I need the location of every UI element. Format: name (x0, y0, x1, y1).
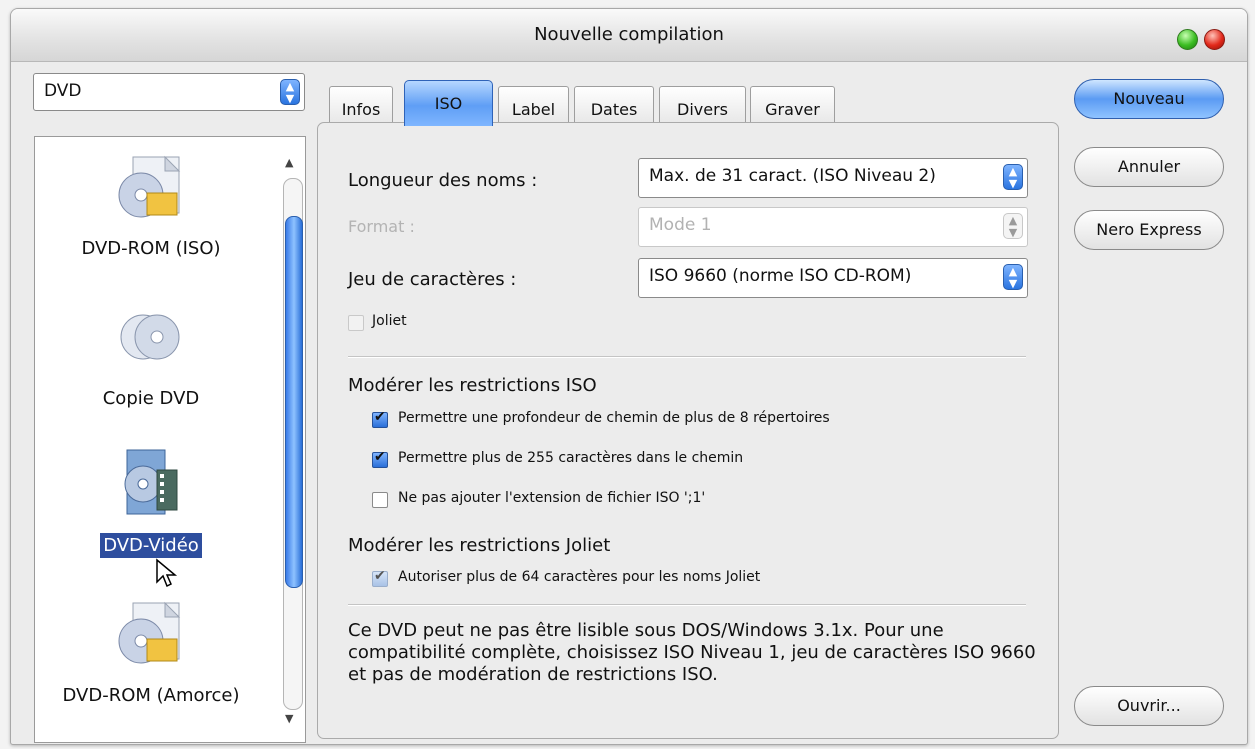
charset-label: Jeu de caractères : (348, 269, 517, 290)
zoom-icon[interactable] (1177, 29, 1198, 50)
dvd-rom-boot-icon (118, 601, 181, 664)
cancel-button[interactable]: Annuler (1074, 147, 1224, 187)
title-bar[interactable]: Nouvelle compilation (11, 9, 1247, 62)
disc-type-value: DVD (44, 81, 82, 101)
name-length-label: Longueur des noms : (348, 170, 538, 191)
format-select: Mode 1 ▲ ▼ (638, 207, 1028, 247)
tab-label[interactable]: Label (498, 86, 569, 126)
dvd-video-icon (124, 449, 178, 515)
scroll-up-icon[interactable]: ▲ (285, 156, 293, 169)
joliet-64-chars-checkbox (372, 568, 388, 587)
list-item-label: DVD-ROM (Amorce) (62, 685, 240, 706)
format-label: Format : (348, 217, 415, 236)
scrollbar-thumb[interactable] (285, 216, 303, 588)
list-item-dvd-rom-amorce[interactable]: DVD-ROM (Amorce) (35, 597, 267, 727)
format-value: Mode 1 (649, 215, 712, 235)
tab-divers[interactable]: Divers (659, 86, 746, 126)
compilation-type-list[interactable]: DVD-ROM (ISO) Copie DVD DVD-Vidéo DVD-RO… (34, 136, 306, 743)
list-item-selected-label: DVD-Vidéo (100, 533, 202, 558)
copy-dvd-icon (120, 314, 180, 360)
new-button[interactable]: Nouveau (1074, 79, 1224, 119)
list-item-label: DVD-ROM (ISO) (81, 238, 221, 259)
divider (348, 604, 1026, 606)
select-arrows-icon: ▲ ▼ (1003, 264, 1023, 290)
path-length-checkbox[interactable] (372, 449, 388, 468)
relax-joliet-heading: Modérer les restrictions Joliet (348, 535, 611, 556)
scrollbar-track[interactable] (283, 178, 303, 710)
select-arrows-icon: ▲ ▼ (280, 79, 300, 105)
open-button[interactable]: Ouvrir... (1074, 686, 1224, 726)
close-icon[interactable] (1204, 29, 1225, 50)
nouvelle-compilation-window: Nouvelle compilation DVD ▲ ▼ DVD-ROM (ISO… (10, 8, 1248, 745)
tab-dates[interactable]: Dates (574, 86, 654, 126)
list-item-label: Copie DVD (102, 388, 200, 409)
path-depth-label[interactable]: Permettre une profondeur de chemin de pl… (398, 410, 830, 426)
path-length-label[interactable]: Permettre plus de 255 caractères dans le… (398, 450, 743, 466)
select-arrows-icon: ▲ ▼ (1003, 164, 1023, 190)
name-length-value: Max. de 31 caract. (ISO Niveau 2) (649, 166, 936, 186)
iso-settings-panel: Longueur des noms : Max. de 31 caract. (… (317, 122, 1059, 739)
disc-type-select[interactable]: DVD ▲ ▼ (33, 73, 305, 111)
list-item-dvd-video[interactable]: DVD-Vidéo (35, 446, 267, 588)
tab-iso[interactable]: ISO (404, 80, 493, 126)
dvd-rom-iso-icon (118, 155, 181, 218)
compatibility-note: Ce DVD peut ne pas être lisible sous DOS… (348, 620, 1036, 685)
list-item-label: DVD-Vidéo (35, 533, 267, 558)
no-iso-extension-checkbox[interactable] (372, 492, 388, 508)
tab-graver[interactable]: Graver (750, 86, 835, 126)
scroll-down-icon[interactable]: ▼ (285, 712, 293, 725)
list-item-dvd-rom-iso[interactable]: DVD-ROM (ISO) (35, 151, 267, 271)
nero-express-button[interactable]: Nero Express (1074, 210, 1224, 250)
charset-value: ISO 9660 (norme ISO CD-ROM) (649, 266, 912, 286)
window-title: Nouvelle compilation (534, 24, 724, 45)
tab-infos[interactable]: Infos (329, 86, 393, 126)
divider (348, 356, 1026, 358)
charset-select[interactable]: ISO 9660 (norme ISO CD-ROM) ▲ ▼ (638, 258, 1028, 298)
list-item-copie-dvd[interactable]: Copie DVD (35, 299, 267, 419)
relax-iso-heading: Modérer les restrictions ISO (348, 375, 597, 396)
joliet-checkbox (348, 315, 364, 331)
joliet-label: Joliet (372, 313, 407, 329)
name-length-select[interactable]: Max. de 31 caract. (ISO Niveau 2) ▲ ▼ (638, 158, 1028, 198)
joliet-64-chars-label: Autoriser plus de 64 caractères pour les… (398, 569, 761, 585)
mouse-pointer-icon (156, 558, 178, 588)
select-arrows-icon: ▲ ▼ (1003, 213, 1023, 239)
path-depth-checkbox[interactable] (372, 409, 388, 428)
list-scrollbar[interactable]: ▲ ▼ (281, 152, 303, 732)
no-iso-extension-label[interactable]: Ne pas ajouter l'extension de fichier IS… (398, 490, 705, 506)
